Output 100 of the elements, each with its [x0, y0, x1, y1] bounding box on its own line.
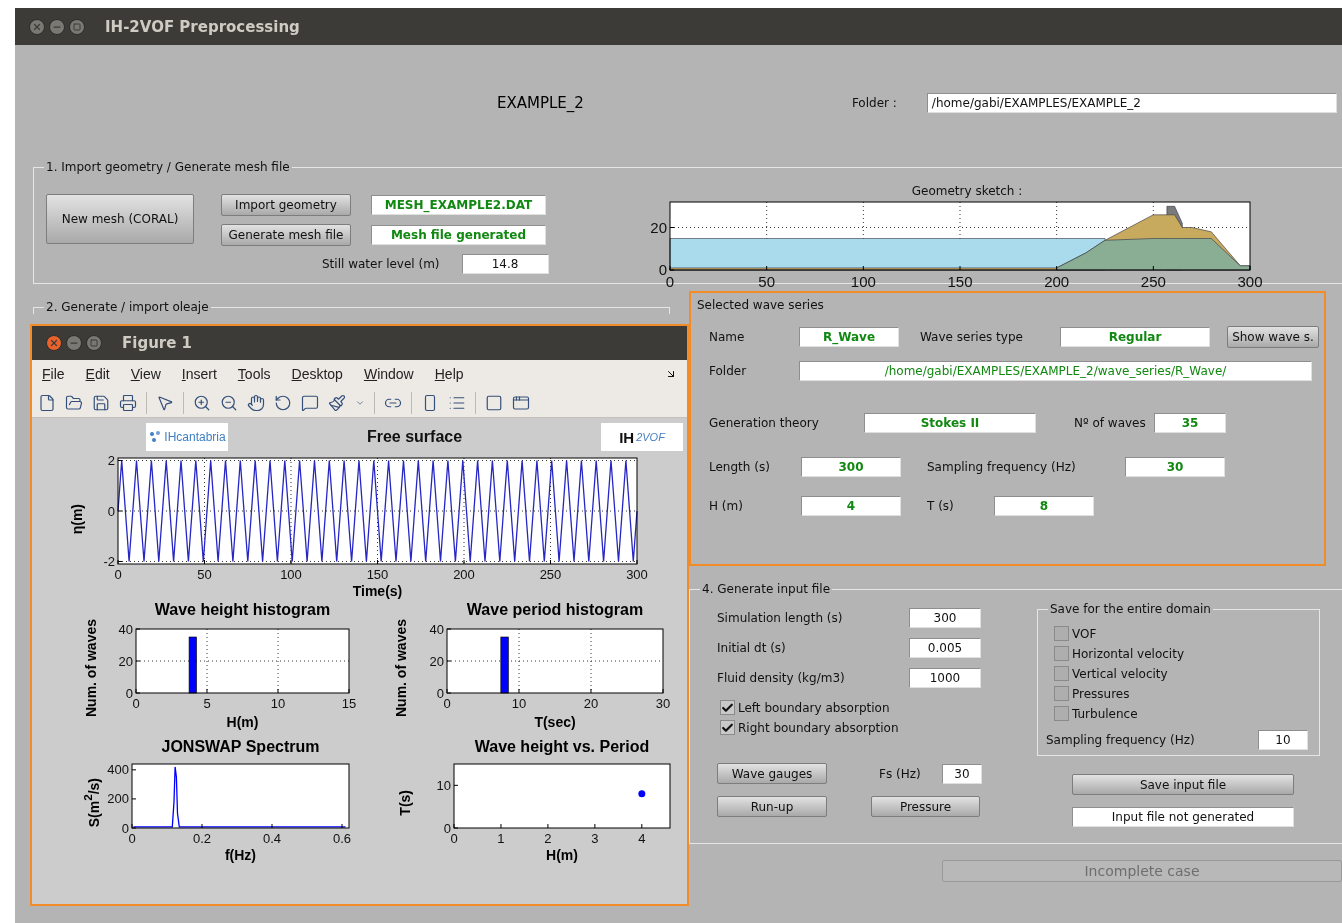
tick-label: -2	[103, 554, 115, 570]
zoom-out-icon[interactable]	[220, 393, 238, 412]
value-field[interactable]: Stokes II	[864, 413, 1036, 433]
pressure-button[interactable]: Pressure	[871, 796, 980, 817]
tick-label: 200	[107, 791, 129, 807]
menu-item[interactable]: Edit	[85, 366, 110, 382]
value-field[interactable]: 10	[1258, 730, 1308, 750]
value-field[interactable]: 14.8	[461, 254, 549, 274]
folder-icon[interactable]	[65, 393, 83, 412]
square-icon[interactable]	[485, 393, 503, 412]
logo: IHcantabria	[146, 423, 228, 451]
printer-icon[interactable]	[119, 393, 137, 412]
tick-label: 15	[341, 696, 357, 711]
show-wave-button[interactable]: Show wave s.	[1227, 326, 1319, 348]
close-icon	[49, 338, 59, 348]
tick-label: 5	[203, 696, 211, 711]
axis-label: Num. of waves	[393, 619, 409, 718]
zoom-in-icon[interactable]	[193, 393, 211, 412]
checkbox[interactable]	[1054, 666, 1069, 681]
tick-label: 0	[114, 567, 122, 582]
window-icon[interactable]	[512, 393, 530, 412]
value-field[interactable]: 300	[801, 457, 901, 477]
tick-label: 300	[626, 567, 648, 582]
close-button[interactable]	[29, 18, 45, 35]
section-title: 4. Generate input file	[701, 582, 832, 596]
tick-label: 2	[107, 453, 115, 469]
maximize-icon	[73, 22, 81, 31]
value-field[interactable]: 30	[1125, 457, 1225, 477]
value-field[interactable]: 30	[942, 763, 982, 784]
run-up-button[interactable]: Run-up	[717, 796, 827, 817]
field-label: Sampling frequency (Hz)	[927, 460, 1077, 474]
axis-label: f(Hz)	[224, 847, 257, 864]
tick-label: 0	[132, 696, 140, 711]
field-label: Generation theory	[709, 416, 820, 430]
checkbox[interactable]	[1054, 706, 1069, 721]
brush-icon[interactable]	[328, 393, 346, 412]
section-title: 1. Import geometry / Generate mesh file	[45, 160, 291, 174]
save-input-button[interactable]: Save input file	[1072, 774, 1294, 795]
tick-label: 1	[497, 831, 505, 847]
value-field[interactable]: Mesh file generated	[371, 225, 546, 245]
checkbox-label: VOF	[1072, 626, 1097, 641]
close-button[interactable]	[46, 335, 62, 351]
value-field[interactable]: 300	[909, 608, 981, 628]
menu-item[interactable]: File	[42, 366, 65, 382]
menu-item[interactable]: Help	[434, 366, 464, 382]
value-field[interactable]: 8	[994, 496, 1094, 516]
checkbox[interactable]	[1054, 626, 1069, 641]
minimize-button[interactable]	[66, 335, 82, 351]
wave-gauges-button[interactable]: Wave gauges	[717, 763, 827, 784]
plot-title: Wave height histogram	[153, 601, 332, 619]
tick-label: 150	[366, 567, 389, 582]
checkbox[interactable]	[720, 720, 735, 735]
tick-label: 0	[107, 503, 115, 519]
tick-label: 4	[638, 831, 646, 847]
maximize-button[interactable]	[86, 335, 102, 351]
value-field[interactable]: R_Wave	[799, 327, 899, 347]
folder-field[interactable]: /home/gabi/EXAMPLES/EXAMPLE_2	[926, 92, 1337, 113]
checkbox[interactable]	[1054, 646, 1069, 661]
dock-icon[interactable]	[665, 368, 677, 380]
minimize-button[interactable]	[49, 18, 65, 35]
value-field[interactable]: 0.005	[909, 638, 981, 658]
save-icon[interactable]	[92, 393, 110, 412]
maximize-button[interactable]	[69, 18, 85, 35]
value-field[interactable]: 35	[1154, 413, 1226, 433]
pointer-icon[interactable]	[156, 393, 174, 412]
rotate-icon[interactable]	[274, 393, 292, 412]
checkbox-label: Right boundary absorption	[738, 720, 899, 735]
tick-label: 20	[429, 653, 444, 669]
action-button[interactable]: Generate mesh file	[221, 224, 351, 246]
new-file-icon[interactable]	[38, 393, 56, 412]
axis-label: η(m)	[69, 503, 85, 535]
value-field[interactable]: /home/gabi/EXAMPLES/EXAMPLE_2/wave_series/R_Wave/	[799, 361, 1312, 381]
value-field[interactable]: 1000	[909, 668, 981, 688]
value-field[interactable]: 4	[801, 496, 901, 516]
tick-label: 20	[583, 696, 599, 711]
note-icon[interactable]	[301, 393, 319, 412]
checkbox[interactable]	[720, 700, 735, 715]
section-title: Save for the entire domain	[1049, 602, 1212, 616]
axis-label: Num. of waves	[83, 619, 99, 718]
hand-icon[interactable]	[247, 393, 265, 412]
tick-label: 10	[511, 696, 527, 711]
field-label: Length (s)	[709, 460, 771, 474]
tick-label: 20	[649, 218, 667, 236]
menu-item[interactable]: Window	[363, 366, 414, 382]
field-label: Fluid density (kg/m3)	[717, 671, 846, 685]
plot-title: Geometry sketch :	[911, 184, 1023, 198]
menu-item[interactable]: View	[130, 366, 161, 382]
menu-item[interactable]: Desktop	[291, 366, 343, 382]
new-mesh-button[interactable]: New mesh (CORAL)	[46, 194, 194, 244]
menu-item[interactable]: Tools	[237, 366, 271, 382]
checkbox[interactable]	[1054, 686, 1069, 701]
action-button[interactable]: Import geometry	[221, 194, 351, 216]
tick-label: 200	[1043, 273, 1069, 290]
tick-label: 0.4	[262, 831, 282, 847]
value-field[interactable]: Regular	[1060, 327, 1210, 347]
panel-title: Selected wave series	[697, 298, 825, 314]
section-title: 2. Generate / import oleaje	[45, 300, 210, 314]
menu-item[interactable]: Insert	[181, 366, 217, 382]
value-field[interactable]: MESH_EXAMPLE2.DAT	[371, 195, 546, 215]
tick-label: 100	[280, 567, 302, 582]
